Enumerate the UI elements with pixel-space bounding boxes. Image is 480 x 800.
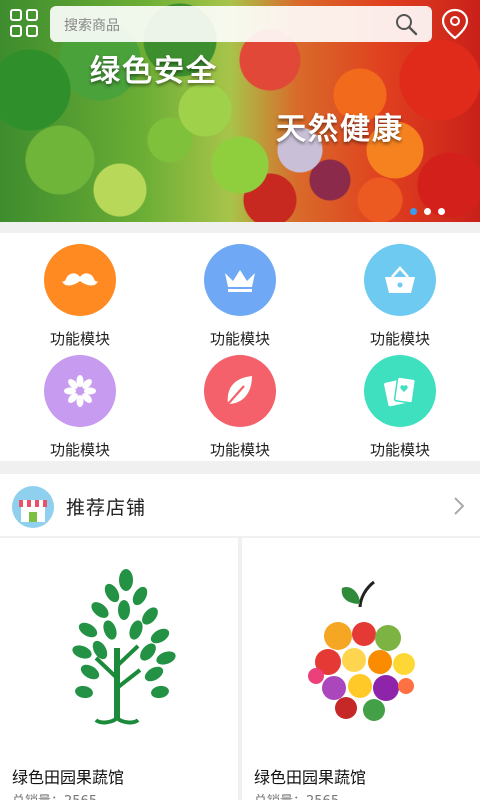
store-sales: 总销量：2565	[12, 790, 97, 800]
tree-logo-image	[72, 569, 176, 725]
function-circle	[44, 244, 116, 316]
carousel-indicator	[410, 208, 445, 215]
function-label: 功能模块	[49, 330, 110, 348]
category-grid-icon[interactable]	[10, 9, 40, 39]
leaf-icon	[227, 376, 252, 405]
function-module-3[interactable]: 功能模块	[320, 244, 480, 349]
banner-slogan-1: 绿色安全	[90, 54, 218, 89]
function-module-1[interactable]: 功能模块	[0, 244, 160, 349]
function-module-6[interactable]: 功能模块	[320, 355, 480, 460]
function-grid: 功能模块 功能模块 功能模块 功能模块 功能模块 功能模块	[0, 233, 480, 461]
function-label: 功能模块	[209, 330, 270, 348]
function-circle	[364, 355, 436, 427]
function-circle	[204, 244, 276, 316]
chevron-right-icon[interactable]	[452, 496, 466, 516]
function-label: 功能模块	[369, 441, 430, 459]
top-bar: 搜索商品	[0, 0, 480, 48]
function-circle	[204, 355, 276, 427]
function-circle	[364, 244, 436, 316]
store-name: 绿色田园果蔬馆	[254, 768, 367, 787]
search-placeholder: 搜索商品	[64, 18, 120, 34]
function-circle	[44, 355, 116, 427]
mustache-icon	[62, 273, 98, 286]
fruit-apple-logo-image	[304, 580, 416, 721]
store-name: 绿色田园果蔬馆	[12, 768, 125, 787]
flower-icon	[64, 375, 96, 407]
search-icon[interactable]	[394, 12, 418, 36]
section-title: 推荐店铺	[66, 497, 147, 519]
carousel-dot[interactable]	[410, 208, 417, 215]
store-card[interactable]: 绿色田园果蔬馆 总销量：2565	[242, 538, 480, 800]
function-label: 功能模块	[49, 441, 110, 459]
function-label: 功能模块	[209, 441, 270, 459]
crown-icon	[225, 270, 255, 292]
search-input[interactable]: 搜索商品	[50, 6, 432, 42]
carousel-dot[interactable]	[438, 208, 445, 215]
function-module-2[interactable]: 功能模块	[160, 244, 320, 349]
location-icon[interactable]	[440, 8, 470, 40]
store-card[interactable]: 绿色田园果蔬馆 总销量：2565	[0, 538, 238, 800]
function-module-4[interactable]: 功能模块	[0, 355, 160, 460]
store-icon	[12, 486, 54, 528]
carousel-dot[interactable]	[424, 208, 431, 215]
cards-icon	[384, 376, 417, 407]
recommended-stores-header[interactable]: 推荐店铺	[0, 474, 480, 536]
banner-slogan-2: 天然健康	[276, 112, 404, 147]
basket-icon	[385, 266, 415, 293]
store-sales: 总销量：2565	[254, 790, 339, 800]
function-module-5[interactable]: 功能模块	[160, 355, 320, 460]
function-label: 功能模块	[369, 330, 430, 348]
